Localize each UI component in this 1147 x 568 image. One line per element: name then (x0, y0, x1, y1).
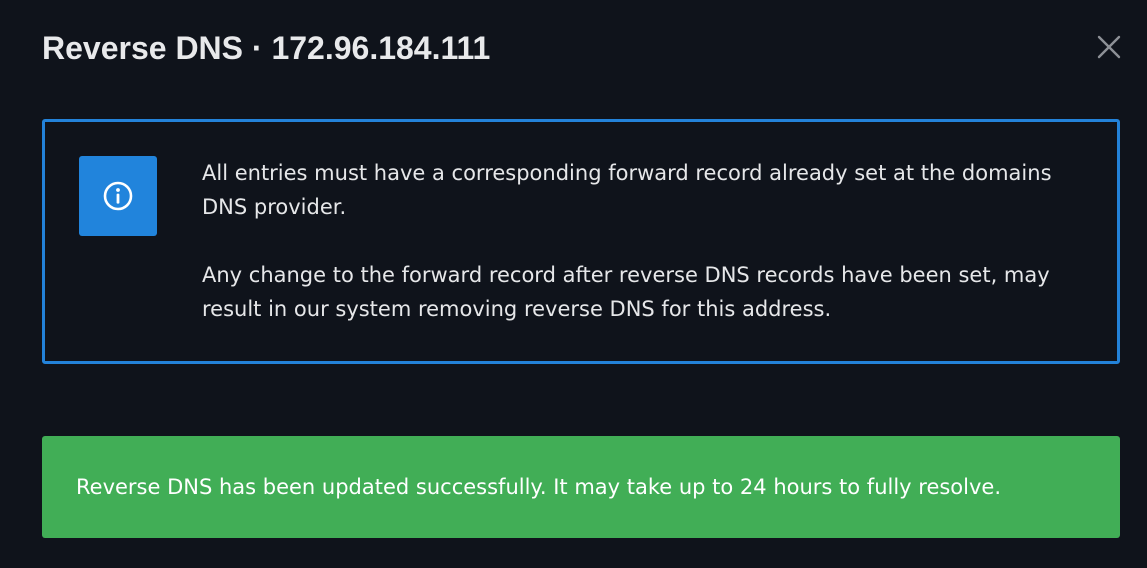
success-message: Reverse DNS has been updated successfull… (76, 475, 1002, 499)
info-icon-badge (79, 156, 157, 236)
modal-title: Reverse DNS · 172.96.184.111 (42, 30, 491, 66)
close-button[interactable] (1094, 32, 1124, 62)
info-paragraph-forward-record: All entries must have a corresponding fo… (202, 161, 1052, 219)
info-notice: All entries must have a corresponding fo… (42, 119, 1120, 364)
info-text: All entries must have a corresponding fo… (202, 156, 1092, 326)
success-alert: Reverse DNS has been updated successfull… (42, 436, 1120, 538)
info-paragraph-change-warning: Any change to the forward record after r… (202, 263, 1050, 321)
close-icon (1097, 35, 1121, 59)
info-circle-icon (103, 181, 133, 211)
